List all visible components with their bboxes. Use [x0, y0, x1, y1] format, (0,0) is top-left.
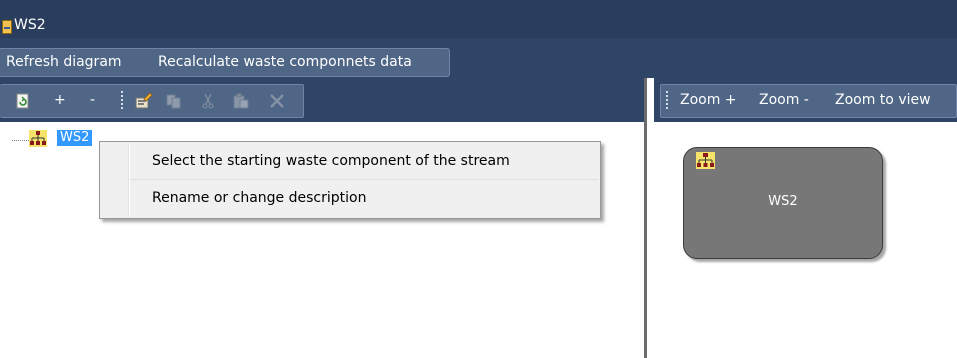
delete-icon[interactable]	[268, 92, 286, 110]
cut-icon[interactable]	[200, 93, 216, 109]
zoom-out-button[interactable]: Zoom -	[759, 91, 809, 109]
collapse-button[interactable]: -	[90, 91, 95, 109]
toolbar-grip-icon[interactable]	[121, 91, 123, 111]
refresh-icon[interactable]	[15, 93, 31, 109]
diagram-node-label: WS2	[768, 194, 798, 209]
diagram-node-ws2[interactable]: WS2	[683, 147, 883, 259]
diagram-toolbar: Zoom + Zoom - Zoom to view	[660, 84, 957, 118]
context-menu: Select the starting waste component of t…	[99, 141, 601, 219]
copy-icon[interactable]	[166, 93, 182, 109]
context-menu-item-label: Rename or change description	[152, 190, 367, 206]
menu-refresh-diagram[interactable]: Refresh diagram	[6, 53, 122, 71]
window-title-bar: WS2	[0, 0, 957, 38]
zoom-to-view-button[interactable]: Zoom to view	[835, 91, 931, 109]
context-menu-rename[interactable]: Rename or change description	[102, 181, 598, 215]
tree-toolbar: + -	[0, 84, 304, 118]
zoom-in-button[interactable]: Zoom +	[680, 91, 737, 109]
context-menu-separator	[130, 179, 598, 180]
context-menu-select-starting-component[interactable]: Select the starting waste component of t…	[102, 144, 598, 178]
toolbar-grip-icon[interactable]	[666, 91, 668, 111]
pane-splitter[interactable]	[644, 78, 654, 358]
context-menu-item-label: Select the starting waste component of t…	[152, 153, 510, 169]
menu-bar: Refresh diagram Recalculate waste compon…	[0, 38, 957, 78]
hierarchy-icon	[29, 130, 47, 147]
hierarchy-icon	[696, 152, 715, 169]
properties-icon[interactable]	[135, 92, 153, 110]
expand-button[interactable]: +	[54, 91, 66, 109]
menu-recalculate-waste-components[interactable]: Recalculate waste componnets data	[158, 53, 412, 71]
app-icon	[2, 20, 12, 34]
splitter-line	[644, 78, 647, 358]
tree-connector-line	[12, 140, 29, 142]
paste-icon[interactable]	[233, 93, 249, 109]
tree-node-ws2[interactable]: WS2	[57, 130, 93, 146]
window-title: WS2	[14, 17, 46, 33]
